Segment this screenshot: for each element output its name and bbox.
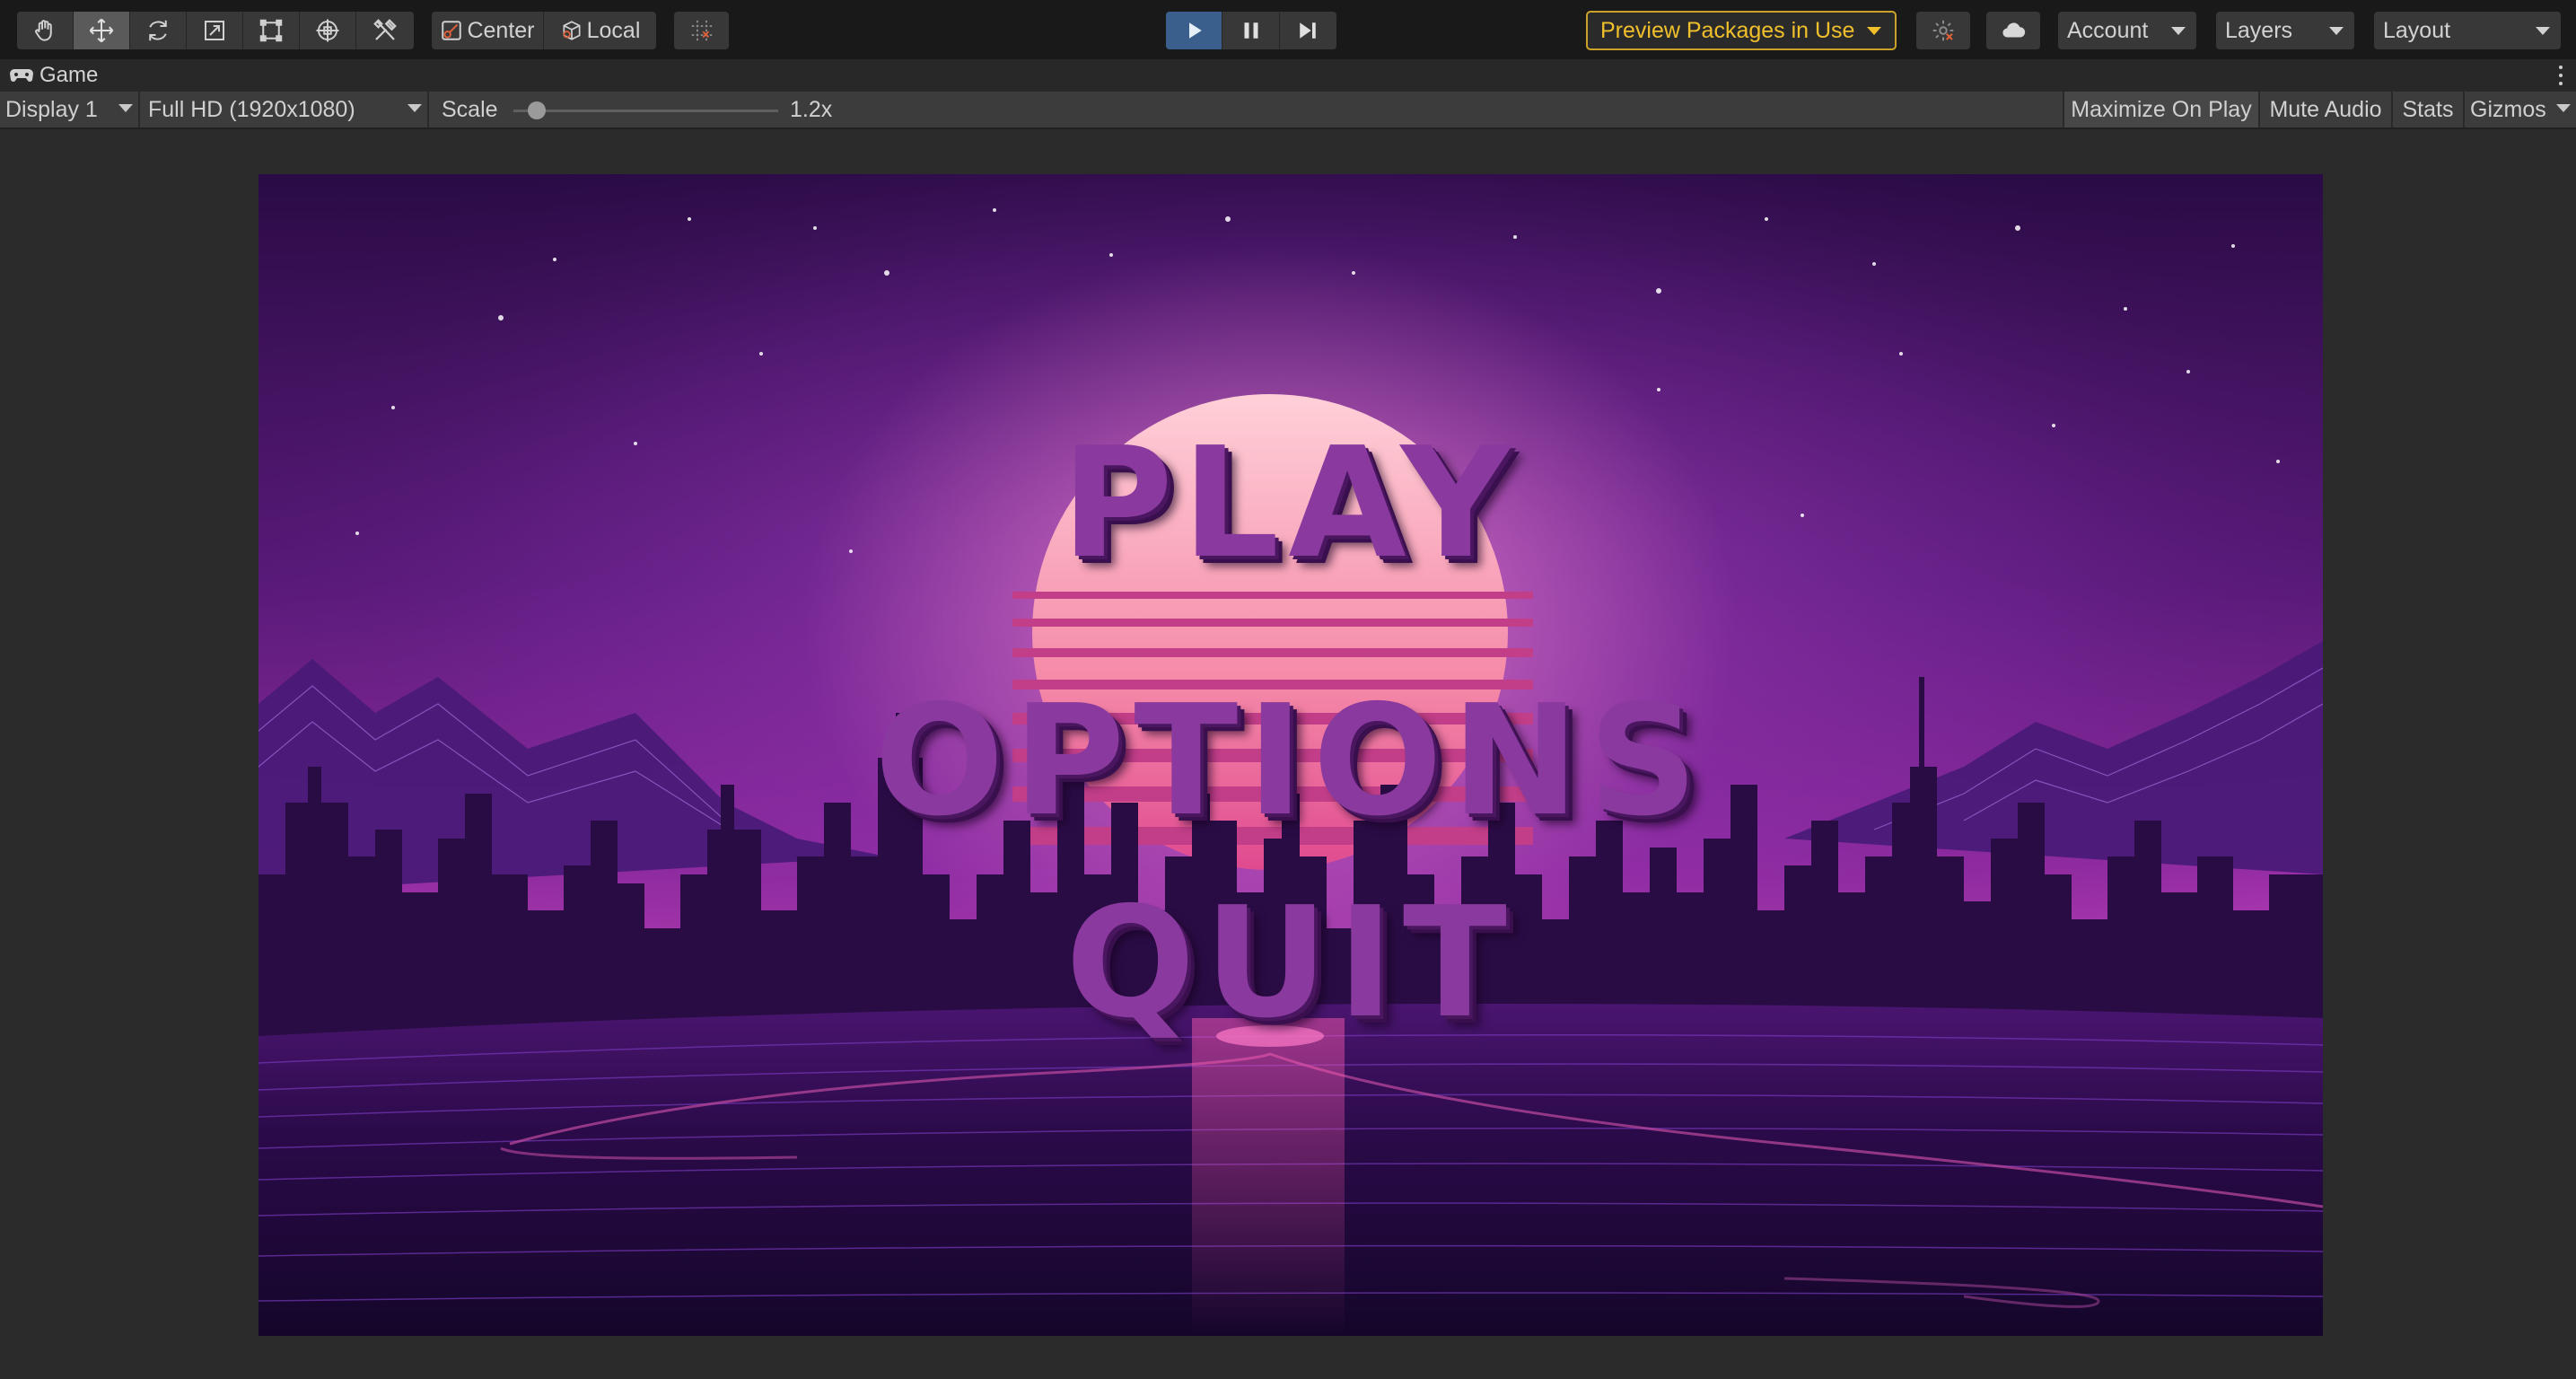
custom-tools-icon[interactable] xyxy=(356,12,413,49)
chevron-down-icon xyxy=(2329,27,2344,35)
pause-icon xyxy=(1244,22,1258,39)
options-button[interactable]: OPTIONS xyxy=(258,672,2323,850)
account-label: Account xyxy=(2067,17,2149,43)
account-dropdown[interactable]: Account xyxy=(2057,11,2197,50)
maximize-on-play-label: Maximize On Play xyxy=(2071,96,2252,122)
divider xyxy=(427,92,429,127)
step-icon xyxy=(1300,22,1317,39)
chevron-down-icon xyxy=(118,104,133,112)
pivot-controls: Center Local xyxy=(431,11,657,50)
mute-audio-toggle[interactable]: Mute Audio xyxy=(2258,92,2391,127)
local-cube-icon xyxy=(563,21,581,40)
step-button[interactable] xyxy=(1280,12,1336,49)
scale-slider-thumb[interactable] xyxy=(528,101,546,119)
cloud-group xyxy=(1985,11,2041,50)
pivot-mode-label: Center xyxy=(467,17,535,43)
hand-tool-icon[interactable] xyxy=(17,12,74,49)
game-tab-bar: Game xyxy=(0,59,2576,92)
chevron-down-icon xyxy=(2536,27,2550,35)
layers-label: Layers xyxy=(2225,17,2293,43)
play-button[interactable]: PLAY xyxy=(258,415,2323,593)
preview-packages-label: Preview Packages in Use xyxy=(1600,17,1855,43)
chevron-down-icon xyxy=(407,104,422,112)
maximize-on-play-toggle[interactable]: Maximize On Play xyxy=(2063,92,2258,127)
playback-controls xyxy=(1165,11,1337,50)
game-view-toolbar: Display 1 Full HD (1920x1080) Scale 1.2x… xyxy=(0,92,2576,129)
layout-label: Layout xyxy=(2383,17,2451,43)
divider xyxy=(138,92,140,127)
layers-dropdown[interactable]: Layers xyxy=(2215,11,2355,50)
transform-tool-icon[interactable] xyxy=(300,12,356,49)
scale-tool-icon[interactable] xyxy=(187,12,243,49)
scale-slider-track[interactable] xyxy=(513,110,778,112)
quit-button[interactable]: QUIT xyxy=(258,874,2323,1052)
chevron-down-icon xyxy=(2556,104,2571,112)
rotate-tool-icon[interactable] xyxy=(130,12,187,49)
rect-tool-icon[interactable] xyxy=(243,12,300,49)
mute-audio-label: Mute Audio xyxy=(2269,96,2382,122)
pivot-rotation-label: Local xyxy=(586,17,641,43)
pivot-mode-button[interactable]: Center xyxy=(432,12,544,49)
collab-icon[interactable] xyxy=(1916,12,1970,49)
preview-packages-dropdown[interactable]: Preview Packages in Use xyxy=(1586,11,1897,50)
gamepad-icon xyxy=(10,69,33,82)
main-toolbar: Center Local Preview Packages in Use Acc… xyxy=(0,0,2576,59)
gizmos-label: Gizmos xyxy=(2470,96,2546,122)
chevron-down-icon xyxy=(1867,26,1882,35)
resolution-label: Full HD (1920x1080) xyxy=(148,96,355,122)
stats-label: Stats xyxy=(2402,96,2454,122)
game-render-area[interactable]: PLAY OPTIONS QUIT xyxy=(258,174,2323,1336)
pivot-rotation-button[interactable]: Local xyxy=(544,12,656,49)
kebab-menu-icon[interactable] xyxy=(2556,63,2565,88)
scale-label: Scale xyxy=(442,96,498,122)
scale-value: 1.2x xyxy=(790,96,833,122)
tab-game-label: Game xyxy=(39,63,99,87)
pivot-center-icon xyxy=(442,21,462,40)
move-tool-icon[interactable] xyxy=(74,12,130,49)
grid-snap-icon[interactable] xyxy=(674,12,729,49)
resolution-dropdown[interactable]: Full HD (1920x1080) xyxy=(148,92,425,127)
collab-group xyxy=(1915,11,1971,50)
play-icon xyxy=(1189,22,1202,39)
tab-game[interactable]: Game xyxy=(9,61,98,90)
stats-toggle[interactable]: Stats xyxy=(2391,92,2463,127)
play-button[interactable] xyxy=(1166,12,1223,49)
display-label: Display 1 xyxy=(5,96,98,122)
chevron-down-icon xyxy=(2171,27,2186,35)
transform-tools xyxy=(16,11,415,50)
grid-snap-group xyxy=(673,11,730,50)
layout-dropdown[interactable]: Layout xyxy=(2373,11,2562,50)
pause-button[interactable] xyxy=(1222,12,1280,49)
cloud-icon[interactable] xyxy=(1986,12,2040,49)
